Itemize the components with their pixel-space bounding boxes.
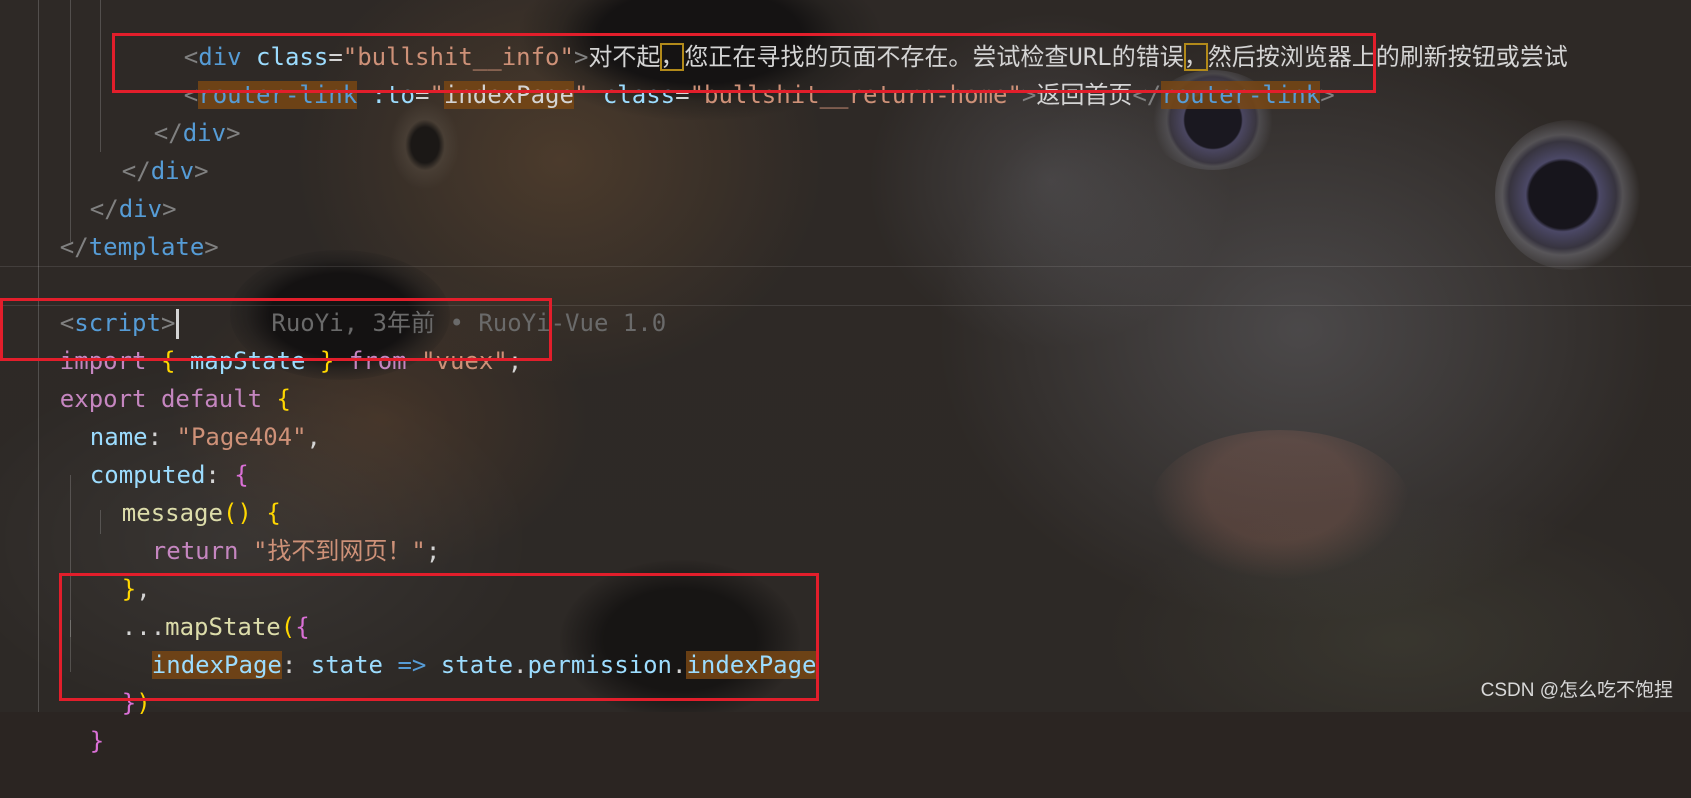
- code-token: template: [88, 233, 205, 261]
- code-token: }: [89, 727, 105, 755]
- annotation-box-import: [0, 298, 552, 361]
- code-line[interactable]: },: [0, 532, 151, 603]
- code-token: >: [204, 233, 219, 261]
- code-token: ,: [306, 423, 321, 451]
- annotation-box-mapstate: [59, 573, 819, 701]
- code-token: ;: [425, 537, 441, 565]
- code-line[interactable]: message() {: [0, 456, 281, 527]
- code-token: "找不到网页！": [252, 537, 426, 565]
- watermark: CSDN @怎么吃不饱捏: [1480, 680, 1673, 701]
- code-token: >: [226, 119, 241, 147]
- code-line[interactable]: </div>: [0, 152, 177, 223]
- code-token: >: [194, 157, 209, 185]
- code-line[interactable]: computed: {: [0, 418, 249, 489]
- code-line[interactable]: return "找不到网页！";: [0, 494, 441, 565]
- code-token: return: [151, 537, 239, 565]
- code-token: </: [59, 233, 89, 261]
- annotation-box-router-link: [112, 33, 1376, 93]
- code-line[interactable]: name: "Page404",: [0, 380, 321, 451]
- code-line[interactable]: </template>: [0, 190, 219, 261]
- code-line[interactable]: </div>: [0, 114, 209, 185]
